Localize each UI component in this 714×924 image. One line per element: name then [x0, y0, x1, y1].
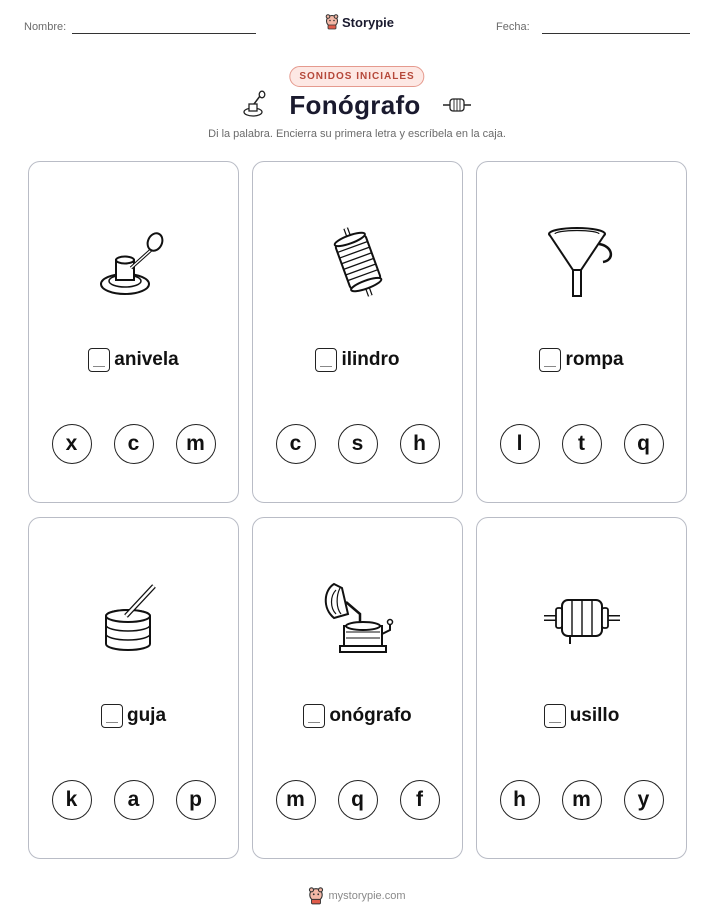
letter-choices: x c m — [29, 424, 238, 464]
date-line[interactable] — [542, 33, 690, 34]
answer-box[interactable] — [315, 348, 338, 372]
instructions: Di la palabra. Encierra su primera letra… — [208, 128, 506, 140]
letter-choice[interactable]: l — [499, 424, 540, 464]
letter-choice[interactable]: c — [275, 424, 316, 464]
answer-box[interactable] — [539, 348, 562, 372]
letter-choice[interactable]: p — [175, 780, 216, 820]
word-row: usillo — [477, 704, 686, 728]
footer-url[interactable]: mystorypie.com — [328, 890, 405, 902]
answer-box[interactable] — [88, 348, 111, 372]
needle-icon — [104, 584, 156, 651]
letter-choice[interactable]: m — [561, 780, 602, 820]
word-row: anivela — [29, 348, 238, 372]
word-ending: onógrafo — [329, 705, 412, 726]
name-label: Nombre: — [24, 21, 67, 33]
picture — [29, 568, 238, 668]
word-row: onógrafo — [253, 704, 462, 728]
title-text: Fonógrafo — [289, 90, 421, 120]
spindle-small-icon — [443, 98, 472, 112]
letter-choice[interactable]: y — [623, 780, 664, 820]
word-ending: rompa — [565, 349, 624, 370]
answer-box[interactable] — [100, 704, 123, 728]
letter-choices: c s h — [253, 424, 462, 464]
letter-choice[interactable]: m — [175, 424, 216, 464]
answer-box[interactable] — [543, 704, 566, 728]
bear-logo-icon — [325, 14, 339, 30]
letter-choice[interactable]: h — [499, 780, 540, 820]
word-card: rompa l t q — [476, 161, 687, 503]
letter-choice[interactable]: t — [561, 424, 602, 464]
date-label: Fecha: — [496, 21, 530, 33]
cylinder-icon — [333, 227, 382, 297]
letter-choice[interactable]: m — [275, 780, 316, 820]
page-title: Fonógrafo — [0, 90, 714, 121]
word-card: anivela x c m — [28, 161, 239, 503]
word-row: ilindro — [253, 348, 462, 372]
letter-choices: l t q — [477, 424, 686, 464]
word-ending: guja — [126, 705, 167, 726]
picture — [477, 212, 686, 312]
word-row: rompa — [477, 348, 686, 372]
name-line[interactable] — [72, 33, 256, 34]
word-card: usillo h m y — [476, 517, 687, 859]
word-card: onógrafo m q f — [252, 517, 463, 859]
category-tag: SONIDOS INICIALES — [289, 66, 425, 87]
footer: mystorypie.com — [0, 887, 714, 905]
letter-choices: h m y — [477, 780, 686, 820]
letter-choice[interactable]: k — [51, 780, 92, 820]
letter-choice[interactable]: f — [399, 780, 440, 820]
letter-choice[interactable]: s — [337, 424, 378, 464]
letter-choice[interactable]: q — [337, 780, 378, 820]
bear-logo-icon — [309, 887, 324, 905]
crank-icon — [99, 232, 163, 295]
word-ending: ilindro — [341, 349, 400, 370]
letter-choices: m q f — [253, 780, 462, 820]
word-card: guja k a p — [28, 517, 239, 859]
phonograph-icon — [324, 582, 393, 653]
letter-choice[interactable]: h — [399, 424, 440, 464]
letter-choice[interactable]: q — [623, 424, 664, 464]
brand-name: Storypie — [342, 14, 395, 30]
brand: Storypie — [325, 14, 394, 30]
picture — [477, 568, 686, 668]
word-ending: usillo — [569, 705, 620, 726]
funnel-icon — [547, 227, 612, 297]
letter-choices: k a p — [29, 780, 238, 820]
picture — [253, 568, 462, 668]
spindle-icon — [543, 599, 620, 644]
picture — [29, 212, 238, 312]
word-row: guja — [29, 704, 238, 728]
letter-choice[interactable]: x — [51, 424, 92, 464]
answer-box[interactable] — [303, 704, 326, 728]
letter-choice[interactable]: a — [113, 780, 154, 820]
word-ending: anivela — [114, 349, 179, 370]
crank-small-icon — [243, 90, 266, 117]
letter-choice[interactable]: c — [113, 424, 154, 464]
picture — [253, 212, 462, 312]
word-card: ilindro c s h — [252, 161, 463, 503]
